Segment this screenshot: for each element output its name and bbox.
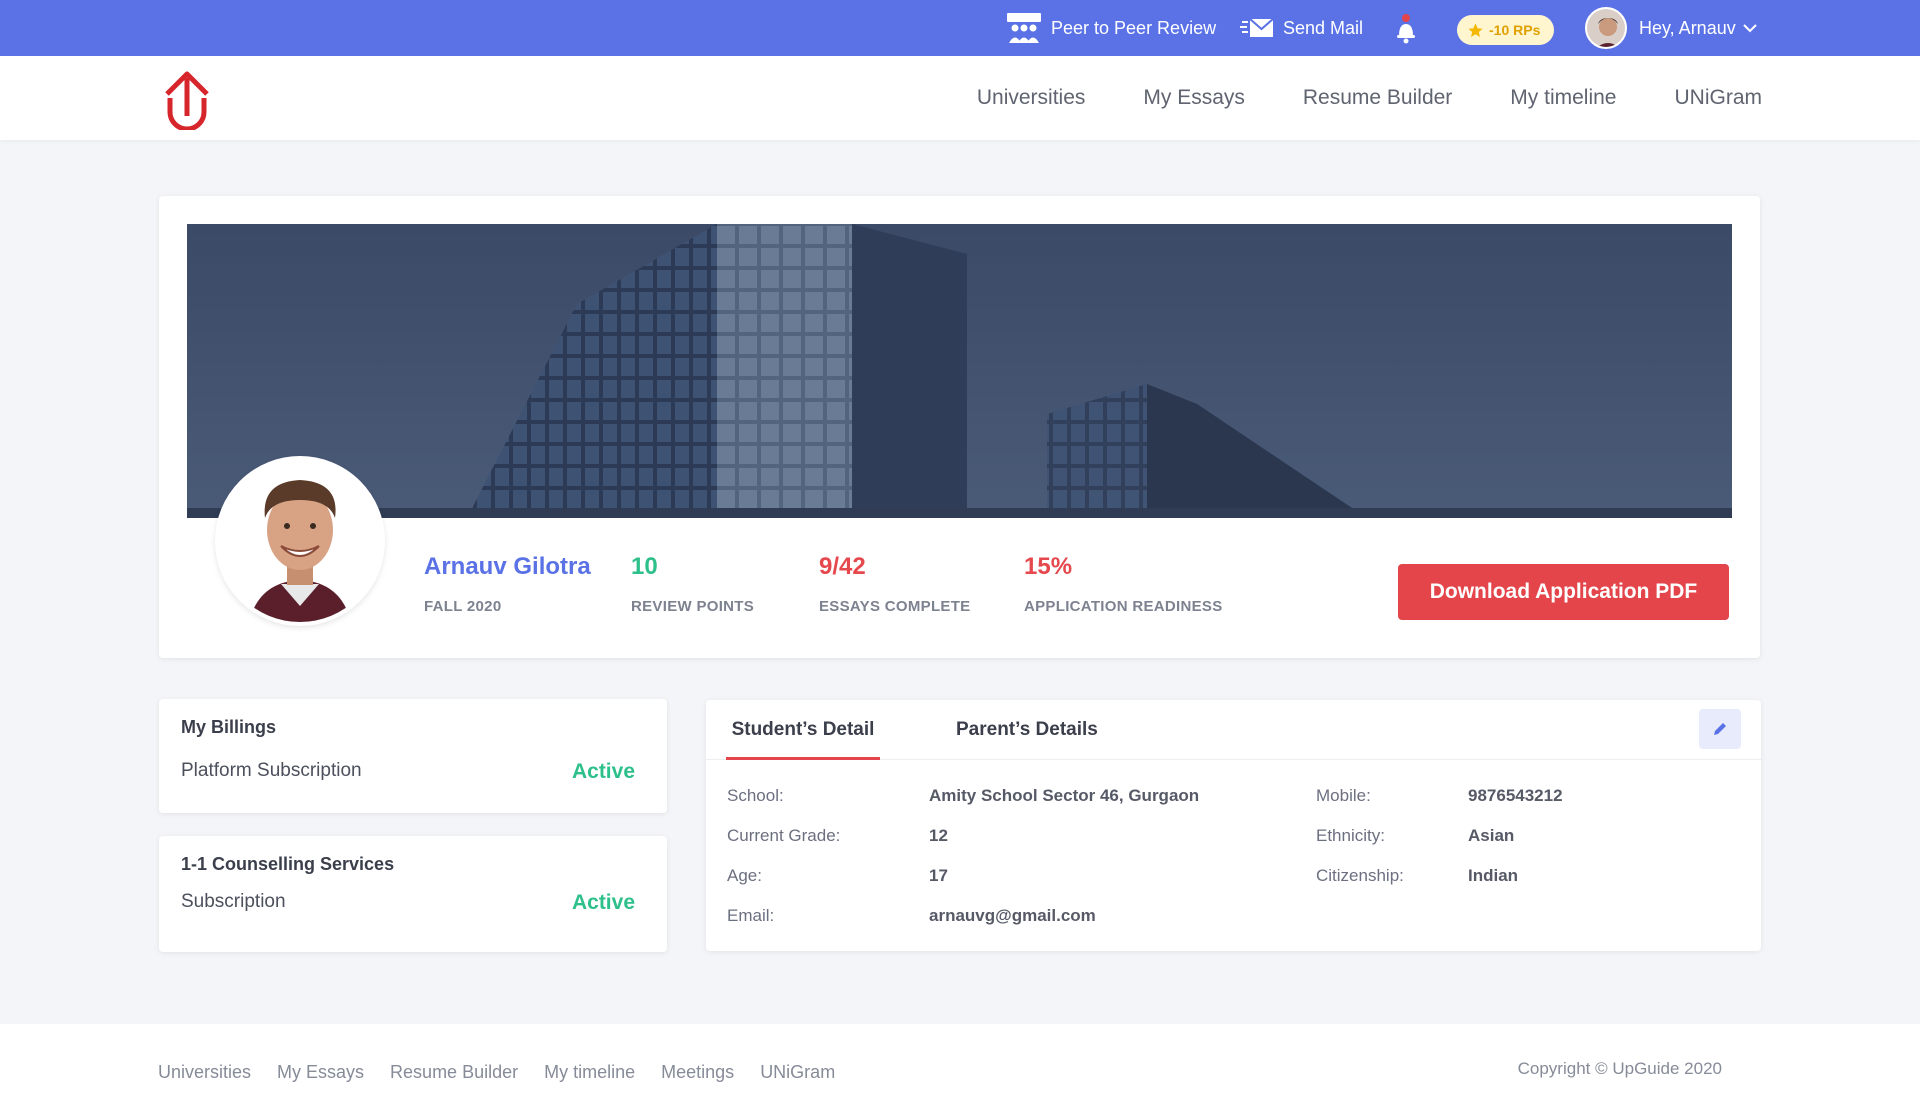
billings-status: Active (571, 760, 635, 783)
cover-banner (187, 224, 1732, 518)
nav-links: Universities My Essays Resume Builder My… (919, 56, 1762, 140)
mail-icon (1240, 18, 1274, 37)
billings-card: My Billings Platform Subscription Active (159, 699, 667, 813)
peer-review-link[interactable]: Peer to Peer Review (1006, 0, 1216, 56)
stat-label: ESSAYS COMPLETE (819, 598, 971, 615)
details-tabs: Student’s Detail Parent’s Details (706, 700, 1761, 760)
citizenship-value: Indian (1468, 866, 1519, 885)
profile-term: FALL 2020 (424, 598, 502, 615)
billings-title: My Billings (181, 717, 277, 737)
profile-name: Arnauv Gilotra (424, 553, 591, 580)
ethnicity-value: Asian (1468, 826, 1515, 845)
peer-review-label: Peer to Peer Review (1051, 17, 1217, 38)
counselling-title: 1-1 Counselling Services (181, 854, 395, 874)
email-value: arnauvg@gmail.com (929, 906, 1096, 925)
peer-review-icon (1007, 13, 1041, 43)
user-avatar (1585, 7, 1627, 49)
footer-link-resume-builder[interactable]: Resume Builder (390, 1062, 518, 1083)
footer-links: Universities My Essays Resume Builder My… (158, 1062, 861, 1083)
notification-button[interactable] (1394, 0, 1427, 56)
counselling-item: Subscription (181, 891, 286, 912)
grade-label: Current Grade: (727, 826, 841, 845)
main-nav: Universities My Essays Resume Builder My… (0, 56, 1920, 140)
download-application-pdf-button[interactable]: Download Application PDF (1398, 564, 1729, 620)
profile-avatar (215, 456, 385, 626)
billings-item: Platform Subscription (181, 760, 362, 781)
stat-value: 9/42 (819, 553, 866, 580)
grade-value: 12 (929, 826, 948, 845)
pencil-icon (1714, 723, 1726, 735)
school-label: School: (727, 786, 784, 805)
footer-link-unigram[interactable]: UNiGram (760, 1062, 835, 1083)
email-label: Email: (727, 906, 775, 925)
send-mail-link[interactable]: Send Mail (1240, 0, 1363, 56)
bell-icon (1397, 14, 1415, 44)
footer: Universities My Essays Resume Builder My… (0, 1024, 1920, 1110)
nav-resume-builder[interactable]: Resume Builder (1303, 86, 1452, 110)
nav-unigram[interactable]: UNiGram (1675, 86, 1763, 110)
upguide-logo[interactable] (160, 64, 214, 135)
user-menu[interactable]: Hey, Arnauv (1585, 0, 1767, 56)
counselling-card: 1-1 Counselling Services Subscription Ac… (159, 836, 667, 952)
nav-universities[interactable]: Universities (977, 86, 1086, 110)
profile-card: Arnauv Gilotra FALL 2020 10 REVIEW POINT… (159, 196, 1760, 658)
nav-my-essays[interactable]: My Essays (1143, 86, 1245, 110)
footer-link-my-timeline[interactable]: My timeline (544, 1062, 635, 1083)
stat-value: 15% (1024, 553, 1073, 580)
star-icon (1468, 22, 1483, 37)
details-card: Student’s Detail Parent’s Details School… (706, 700, 1761, 951)
footer-link-meetings[interactable]: Meetings (661, 1062, 734, 1083)
stat-label: REVIEW POINTS (631, 598, 755, 615)
citizenship-label: Citizenship: (1316, 866, 1404, 885)
age-value: 17 (929, 866, 948, 885)
user-greeting: Hey, Arnauv (1639, 17, 1736, 38)
school-value: Amity School Sector 46, Gurgaon (929, 786, 1200, 805)
edit-button[interactable] (1699, 709, 1741, 749)
stat-essays-complete: 9/42 ESSAYS COMPLETE (819, 553, 970, 615)
stat-application-readiness: 15% APPLICATION READINESS (1024, 553, 1223, 615)
mobile-value: 9876543212 (1468, 786, 1563, 805)
stat-review-points: 10 REVIEW POINTS (631, 553, 754, 615)
counselling-status: Active (571, 891, 635, 914)
send-mail-label: Send Mail (1283, 17, 1364, 38)
top-bar: Peer to Peer Review Send Mail -10 RPs He… (0, 0, 1920, 56)
copyright: Copyright © UpGuide 2020 (1517, 1059, 1722, 1078)
footer-link-universities[interactable]: Universities (158, 1062, 251, 1083)
stat-value: 10 (631, 553, 658, 580)
tab-parents-details[interactable]: Parent’s Details (956, 700, 1098, 760)
ethnicity-label: Ethnicity: (1316, 826, 1385, 845)
footer-link-my-essays[interactable]: My Essays (277, 1062, 364, 1083)
age-label: Age: (727, 866, 762, 885)
tab-students-detail[interactable]: Student’s Detail (726, 700, 880, 760)
mobile-label: Mobile: (1316, 786, 1371, 805)
rps-label: -10 RPs (1489, 22, 1541, 38)
chevron-down-icon (1743, 24, 1757, 33)
stat-label: APPLICATION READINESS (1024, 598, 1223, 615)
nav-my-timeline[interactable]: My timeline (1510, 86, 1616, 110)
rps-badge[interactable]: -10 RPs (1457, 15, 1555, 45)
